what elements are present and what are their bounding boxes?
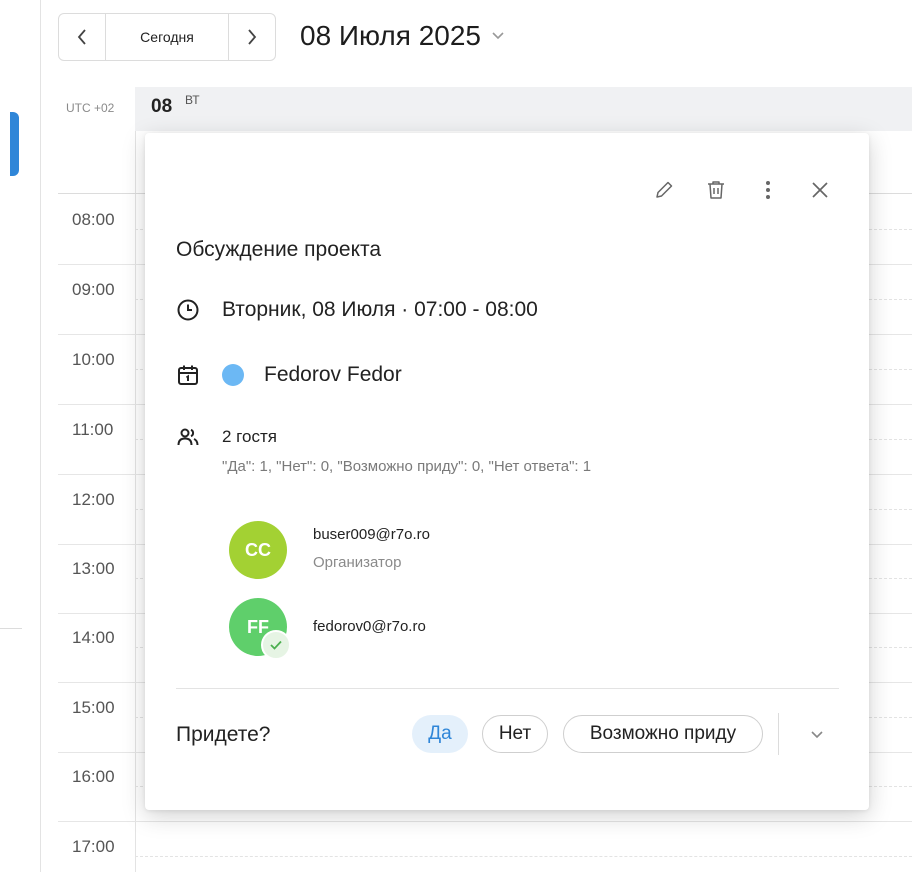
event-details-popup: Обсуждение проекта Вторник, 08 Июля · 07… [145, 133, 869, 810]
chevron-left-icon [77, 29, 86, 45]
calendar-color-dot [222, 364, 244, 386]
calendar-name: Fedorov Fedor [264, 363, 402, 386]
edit-event-button[interactable] [651, 177, 677, 203]
today-button[interactable]: Сегодня [105, 14, 229, 60]
sidebar-active-indicator [10, 112, 19, 176]
sidebar-divider [40, 0, 41, 872]
chevron-down-icon [811, 731, 823, 739]
rsvp-yes-button[interactable]: Да [412, 715, 468, 753]
hour-label: 09:00 [72, 280, 115, 299]
more-options-button[interactable] [755, 177, 781, 203]
guest-item[interactable]: CC buser009@r7o.ro Организатор [229, 521, 430, 579]
hour-label: 17:00 [72, 837, 115, 856]
close-popup-button[interactable] [807, 177, 833, 203]
popup-actions [651, 177, 833, 203]
hour-label: 12:00 [72, 490, 115, 509]
guest-email: buser009@r7o.ro [313, 526, 430, 543]
accepted-check-icon [261, 630, 291, 660]
clock-icon [176, 298, 200, 322]
event-calendar-row: Fedorov Fedor [176, 363, 402, 387]
rsvp-maybe-button[interactable]: Возможно приду [563, 715, 763, 753]
next-day-button[interactable] [229, 14, 275, 60]
avatar-initials: CC [245, 539, 271, 560]
attendance-question: Придете? [176, 723, 271, 746]
hour-label: 14:00 [72, 628, 115, 647]
hour-row[interactable]: 17:00 [58, 821, 912, 891]
people-icon [176, 425, 200, 449]
event-guests-row: 2 гостя [176, 425, 277, 449]
rsvp-no-button[interactable]: Нет [482, 715, 548, 753]
hour-label: 10:00 [72, 350, 115, 369]
rsvp-more-button[interactable] [803, 721, 831, 749]
event-title: Обсуждение проекта [176, 238, 382, 261]
pencil-icon [656, 181, 673, 198]
current-date-title: 08 Июля 2025 [300, 20, 482, 51]
popup-divider [176, 688, 839, 689]
sidebar-separator [0, 628, 22, 629]
guests-response-summary: "Да": 1, "Нет": 0, "Возможно приду": 0, … [222, 458, 592, 475]
day-column-header[interactable] [135, 87, 912, 131]
rsvp-divider [778, 713, 779, 755]
event-datetime: Вторник, 08 Июля · 07:00 - 08:00 [222, 298, 538, 321]
hour-label: 11:00 [72, 420, 114, 439]
date-picker-toggle[interactable]: 08 Июля 2025 [300, 20, 505, 52]
trash-icon [708, 181, 724, 199]
calendar-icon [176, 363, 200, 387]
date-navigation: Сегодня [58, 13, 276, 61]
more-vertical-icon [766, 181, 770, 199]
hour-label: 08:00 [72, 210, 115, 229]
guests-count: 2 гостя [222, 427, 277, 446]
guest-item[interactable]: FF fedorov0@r7o.ro [229, 598, 426, 660]
chevron-right-icon [248, 29, 257, 45]
guest-role: Организатор [313, 554, 402, 571]
timezone-label: UTC +02 [66, 101, 115, 115]
avatar: FF [229, 598, 291, 660]
close-icon [812, 182, 828, 198]
weekday-label: ВТ [185, 93, 200, 107]
half-hour-line [135, 856, 912, 857]
day-number: 08 [151, 96, 173, 117]
delete-event-button[interactable] [703, 177, 729, 203]
hour-label: 15:00 [72, 698, 115, 717]
chevron-down-icon [491, 31, 505, 41]
guest-email: fedorov0@r7o.ro [313, 618, 426, 635]
hour-label: 16:00 [72, 767, 115, 786]
prev-day-button[interactable] [59, 14, 105, 60]
event-time-row: Вторник, 08 Июля · 07:00 - 08:00 [176, 298, 538, 322]
hour-label: 13:00 [72, 559, 115, 578]
avatar: CC [229, 521, 287, 579]
